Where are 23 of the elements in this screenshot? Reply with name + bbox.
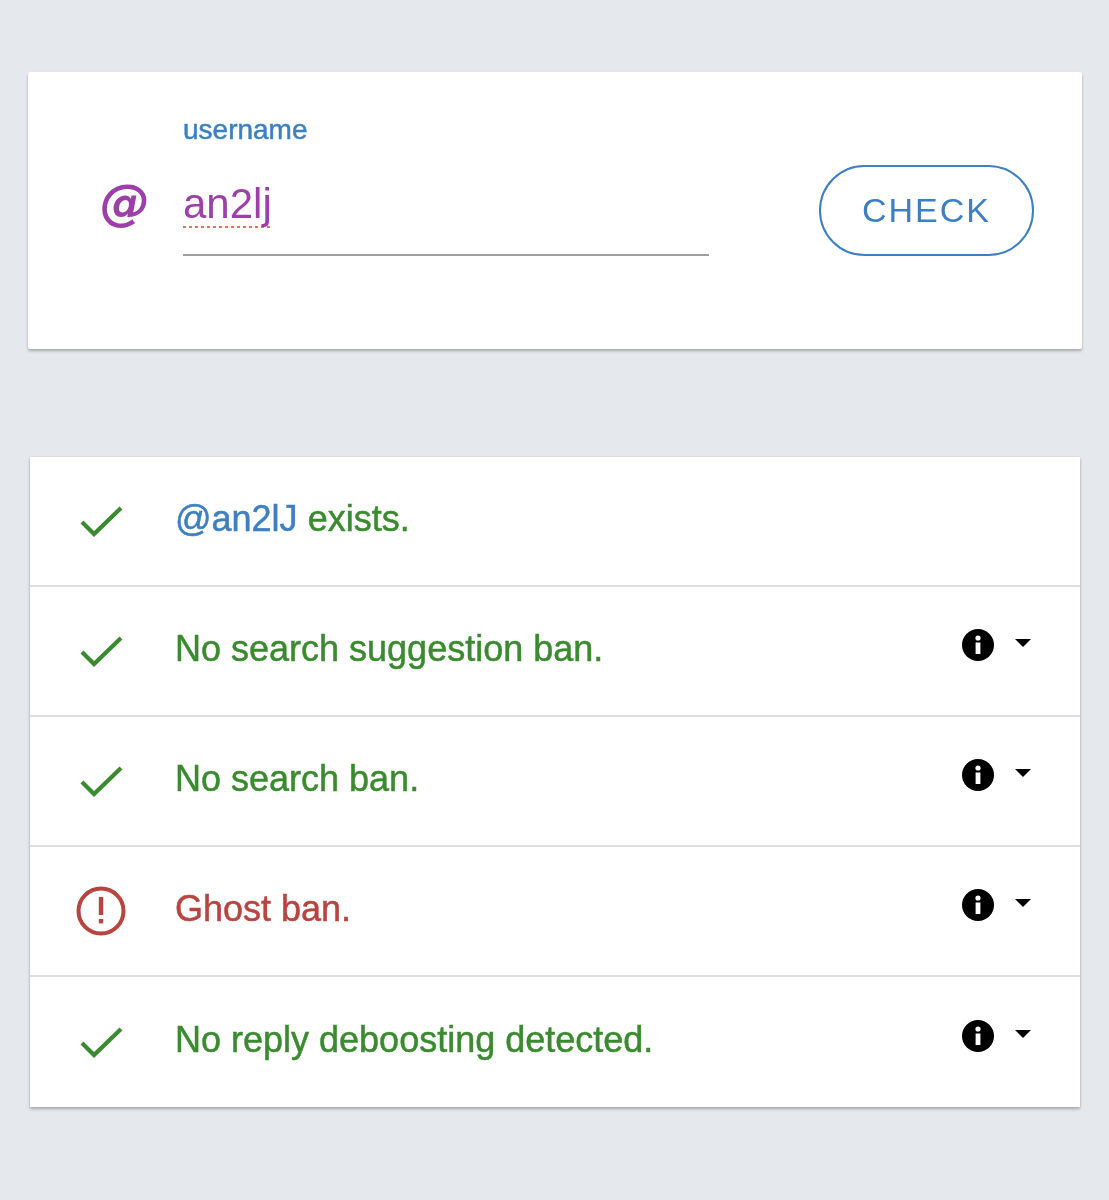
caret-icon[interactable] <box>1015 769 1031 777</box>
result-text: No search suggestion ban. <box>175 628 604 670</box>
result-text: @an2lJ exists. <box>175 498 410 540</box>
check-icon <box>79 1026 123 1058</box>
check-icon <box>79 765 123 797</box>
username-link[interactable]: @an2lJ <box>175 498 298 539</box>
warning-icon <box>76 886 126 936</box>
info-icon[interactable] <box>962 629 994 661</box>
check-button[interactable]: CHECK <box>819 165 1034 256</box>
result-text: No search ban. <box>175 758 420 800</box>
info-icon[interactable] <box>962 1020 994 1052</box>
result-text: Ghost ban. <box>175 888 352 930</box>
caret-icon[interactable] <box>1015 639 1031 647</box>
username-input[interactable]: an2lj <box>183 145 709 256</box>
field-label: username <box>183 115 308 145</box>
check-icon <box>79 635 123 667</box>
caret-icon[interactable] <box>1015 1030 1031 1038</box>
check-icon <box>79 505 123 537</box>
at-sign-prefix: @ <box>100 174 151 230</box>
result-text: No reply deboosting detected. <box>175 1019 654 1061</box>
info-icon[interactable] <box>962 889 994 921</box>
caret-icon[interactable] <box>1015 899 1031 907</box>
info-icon[interactable] <box>962 759 994 791</box>
